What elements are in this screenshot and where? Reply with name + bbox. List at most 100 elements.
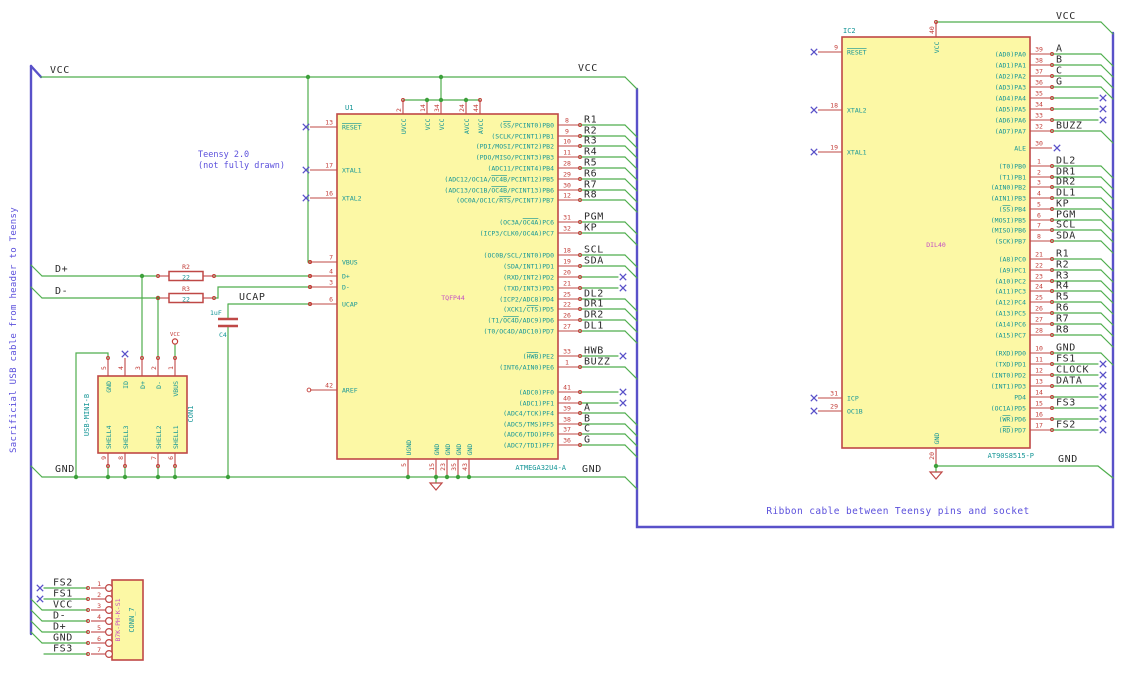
svg-text:1: 1: [97, 580, 101, 588]
svg-text:PGM: PGM: [584, 212, 604, 223]
ic2-part-name: AT90S8515-P: [988, 452, 1034, 460]
svg-text:35: 35: [1035, 90, 1043, 98]
svg-text:(OC0A/OC1C/RTS/PCINT7)PB7: (OC0A/OC1C/RTS/PCINT7)PB7: [456, 196, 554, 204]
svg-text:(OC0B/SCL/INT0)PD0: (OC0B/SCL/INT0)PD0: [484, 251, 555, 259]
wire-dplus-entry: [30, 264, 43, 277]
svg-text:R8: R8: [584, 190, 597, 201]
svg-text:40: 40: [563, 395, 571, 403]
svg-text:SCL: SCL: [1056, 220, 1076, 231]
svg-text:29: 29: [830, 403, 838, 411]
svg-text:(T0/OC4D/ADC10)PD7: (T0/OC4D/ADC10)PD7: [484, 327, 555, 335]
wire-gnd-entry: [30, 465, 43, 478]
svg-text:8: 8: [1037, 233, 1041, 241]
svg-text:2: 2: [395, 108, 403, 112]
svg-text:20: 20: [928, 452, 936, 460]
svg-text:(INT1)PD3: (INT1)PD3: [991, 382, 1026, 390]
svg-text:22: 22: [563, 301, 571, 309]
svg-text:(ADC12/OC1A/OC4B/PCINT12)PB5: (ADC12/OC1A/OC4B/PCINT12)PB5: [444, 175, 554, 183]
svg-text:DATA: DATA: [1056, 376, 1082, 387]
svg-text:22: 22: [1035, 262, 1043, 270]
svg-text:21: 21: [1035, 251, 1043, 259]
svg-text:DR1: DR1: [584, 299, 604, 310]
svg-text:(RXD/INT2)PD2: (RXD/INT2)PD2: [503, 273, 554, 281]
svg-text:(ICP2/ADC8)PD4: (ICP2/ADC8)PD4: [499, 295, 554, 303]
svg-text:(AIN1)PB3: (AIN1)PB3: [991, 194, 1026, 202]
svg-text:(SCLK/PCINT1)PB1: (SCLK/PCINT1)PB1: [491, 132, 554, 140]
svg-text:25: 25: [1035, 294, 1043, 302]
svg-text:41: 41: [563, 384, 571, 392]
svg-text:VCC: VCC: [424, 118, 432, 130]
svg-text:(OC3A/OC4A)PC6: (OC3A/OC4A)PC6: [499, 218, 554, 226]
svg-text:(RD)PD7: (RD)PD7: [999, 426, 1026, 434]
svg-text:4: 4: [117, 366, 125, 370]
svg-text:(MOSI)PB5: (MOSI)PB5: [991, 216, 1026, 224]
svg-text:AREF: AREF: [342, 386, 358, 394]
note-ribbon-cable: Ribbon cable between Teensy pins and soc…: [766, 506, 1029, 517]
svg-text:R7: R7: [1056, 314, 1069, 325]
svg-text:(ADC4/TCK)PF4: (ADC4/TCK)PF4: [503, 409, 554, 417]
net-label-gnd-u1: GND: [582, 464, 602, 475]
svg-text:(WR)PD6: (WR)PD6: [999, 415, 1026, 423]
svg-text:29: 29: [563, 171, 571, 179]
svg-text:GND: GND: [433, 444, 441, 456]
svg-text:34: 34: [433, 104, 441, 112]
svg-text:VCC: VCC: [933, 41, 941, 53]
wire-conn7-vcc-entry: [30, 598, 43, 611]
wire-conn7-dplus-entry: [30, 620, 43, 633]
net-label-dplus: D+: [55, 264, 68, 275]
svg-text:17: 17: [325, 162, 333, 170]
svg-text:37: 37: [563, 426, 571, 434]
svg-text:GND: GND: [1056, 343, 1076, 354]
svg-text:(SS)PB4: (SS)PB4: [999, 205, 1026, 213]
svg-text:38: 38: [1035, 57, 1043, 65]
svg-text:SCL: SCL: [584, 245, 604, 256]
svg-text:3: 3: [134, 366, 142, 370]
gnd-symbol-u1: [428, 482, 444, 491]
net-label-vcc-u1: VCC: [578, 63, 598, 74]
svg-text:XTAL1: XTAL1: [342, 166, 362, 174]
svg-text:5: 5: [100, 366, 108, 370]
schematic-canvas[interactable]: U1 ATMEGA32U4-A TQFP44 IC2 AT90S8515-P D…: [0, 0, 1131, 690]
svg-text:39: 39: [1035, 46, 1043, 54]
conn7-pin-7[interactable]: 7 FS3: [53, 644, 113, 658]
svg-text:(INT0)PD2: (INT0)PD2: [991, 371, 1026, 379]
svg-text:(T0)PB0: (T0)PB0: [999, 162, 1026, 170]
svg-text:(A15)PC7: (A15)PC7: [995, 331, 1026, 339]
svg-text:11: 11: [1035, 356, 1043, 364]
svg-text:SHELL1: SHELL1: [172, 425, 180, 449]
svg-text:GND: GND: [933, 433, 941, 445]
svg-text:(AD5)PA5: (AD5)PA5: [995, 105, 1026, 113]
svg-text:SDA: SDA: [584, 256, 604, 267]
svg-text:A: A: [1056, 44, 1063, 55]
ic2-ref: IC2: [843, 27, 856, 35]
svg-text:C: C: [584, 424, 591, 435]
svg-text:19: 19: [830, 144, 838, 152]
u1-ref: U1: [345, 104, 353, 112]
conn7-pin-2[interactable]: 2 FS1: [36, 589, 113, 603]
svg-text:(PDO/MISO/PCINT3)PB3: (PDO/MISO/PCINT3)PB3: [476, 153, 554, 161]
svg-text:(T1)PB1: (T1)PB1: [999, 173, 1026, 181]
svg-text:SHELL2: SHELL2: [155, 425, 163, 449]
capacitor-c4[interactable]: [218, 317, 238, 328]
svg-text:(ADC5/TMS)PF5: (ADC5/TMS)PF5: [503, 420, 554, 428]
svg-text:13: 13: [325, 119, 333, 127]
svg-text:14: 14: [1035, 389, 1043, 397]
svg-text:16: 16: [1035, 411, 1043, 419]
svg-text:(SCK)PB7: (SCK)PB7: [995, 237, 1026, 245]
svg-text:(A13)PC5: (A13)PC5: [995, 309, 1026, 317]
svg-text:23: 23: [439, 463, 447, 471]
svg-text:7: 7: [150, 456, 158, 460]
svg-text:26: 26: [563, 312, 571, 320]
svg-text:31: 31: [563, 214, 571, 222]
svg-text:8: 8: [117, 456, 125, 460]
svg-text:15: 15: [428, 463, 436, 471]
r2-value: 22: [182, 274, 190, 282]
svg-text:17: 17: [1035, 422, 1043, 430]
svg-text:VBUS: VBUS: [342, 258, 358, 266]
svg-text:(A12)PC4: (A12)PC4: [995, 298, 1026, 306]
svg-text:G: G: [584, 435, 591, 446]
svg-text:FS3: FS3: [53, 644, 73, 655]
con1-ref: CON1: [187, 406, 195, 423]
conn7-pin-1[interactable]: 1 FS2: [36, 578, 113, 592]
svg-text:4: 4: [97, 613, 101, 621]
